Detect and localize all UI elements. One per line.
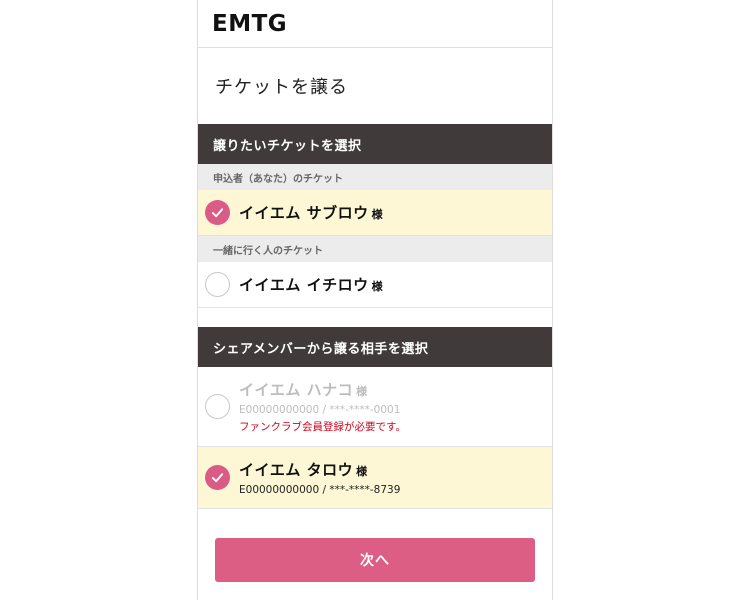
- phone-screen: EMTG チケットを譲る 譲りたいチケットを選択 申込者（あなた）のチケット イ…: [197, 0, 553, 600]
- option-body: イイエム サブロウ様: [239, 202, 383, 223]
- registration-warning: ファンクラブ会員登録が必要です。: [239, 421, 406, 433]
- name-text: イイエム イチロウ: [239, 276, 369, 294]
- member-name: イイエム ハナコ様: [239, 379, 406, 400]
- section-header-recipient: シェアメンバーから譲る相手を選択: [198, 327, 552, 367]
- section-header-ticket: 譲りたいチケットを選択: [198, 124, 552, 164]
- ticket-option-applicant[interactable]: イイエム サブロウ様: [198, 190, 552, 236]
- check-icon[interactable]: [205, 465, 230, 490]
- emtg-logo[interactable]: EMTG: [212, 11, 287, 37]
- name-text: イイエム ハナコ: [239, 381, 354, 399]
- ticket-option-companion[interactable]: イイエム イチロウ様: [198, 262, 552, 308]
- member-name: イイエム タロウ様: [239, 459, 400, 480]
- group-label-applicant: 申込者（あなた）のチケット: [198, 164, 552, 190]
- honorific: 様: [371, 208, 384, 221]
- ticket-holder-name: イイエム イチロウ様: [239, 274, 383, 295]
- name-text: イイエム タロウ: [239, 461, 354, 479]
- option-body: イイエム タロウ様 E00000000000 / ***-****-8739: [239, 459, 400, 496]
- radio-unchecked-icon[interactable]: [205, 394, 230, 419]
- footer: 次へ: [198, 538, 552, 582]
- check-icon[interactable]: [205, 200, 230, 225]
- ticket-holder-name: イイエム サブロウ様: [239, 202, 383, 223]
- spacer: [198, 308, 552, 327]
- honorific: 様: [356, 385, 368, 398]
- option-body: イイエム イチロウ様: [239, 274, 383, 295]
- radio-unchecked-icon[interactable]: [205, 272, 230, 297]
- member-id: E00000000000 / ***-****-0001: [239, 404, 401, 416]
- group-label-companion: 一緒に行く人のチケット: [198, 236, 552, 262]
- honorific: 様: [356, 465, 368, 478]
- name-text: イイエム サブロウ: [239, 204, 369, 222]
- page-title: チケットを譲る: [215, 77, 348, 98]
- app-header: EMTG: [198, 0, 552, 48]
- next-button[interactable]: 次へ: [215, 538, 535, 582]
- honorific: 様: [371, 280, 384, 293]
- member-option-taro[interactable]: イイエム タロウ様 E00000000000 / ***-****-8739: [198, 447, 552, 509]
- option-body: イイエム ハナコ様 E00000000000 / ***-****-0001 フ…: [239, 379, 406, 434]
- member-option-hanako[interactable]: イイエム ハナコ様 E00000000000 / ***-****-0001 フ…: [198, 367, 552, 447]
- member-id: E00000000000 / ***-****-8739: [239, 484, 401, 496]
